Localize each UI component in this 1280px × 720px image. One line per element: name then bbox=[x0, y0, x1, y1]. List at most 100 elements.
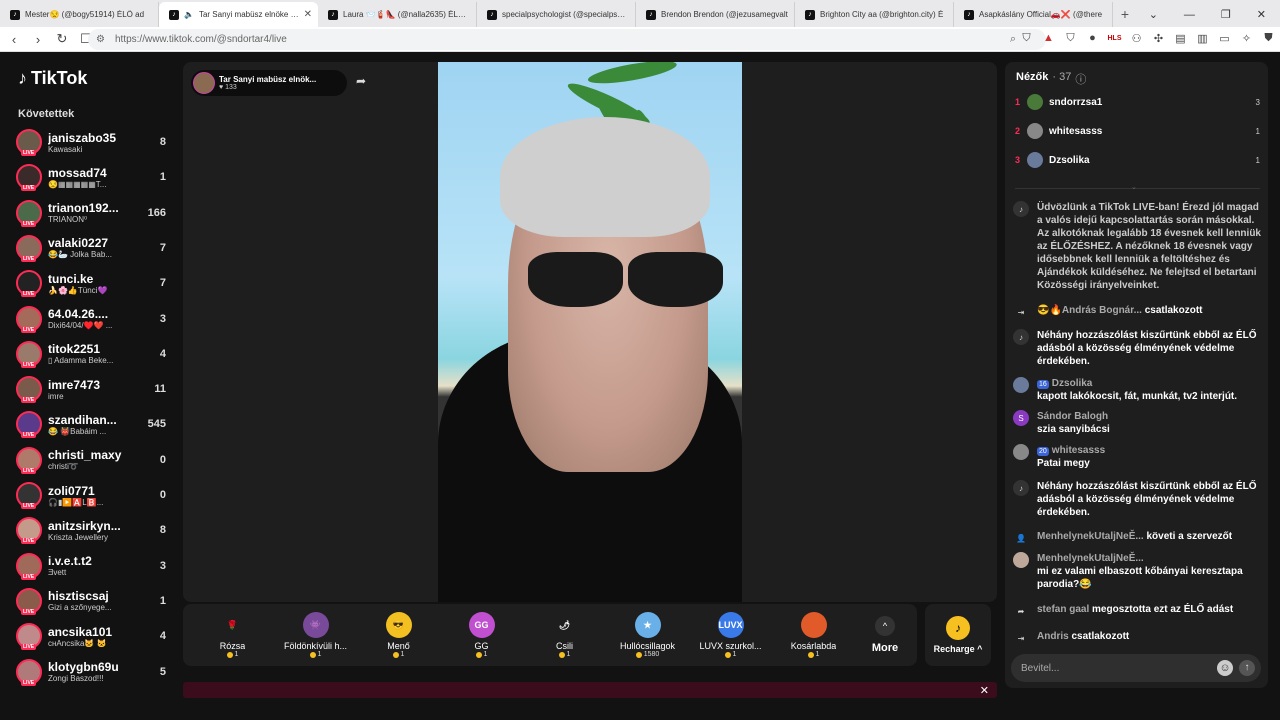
site-info-icon[interactable]: ⚙ bbox=[96, 34, 105, 45]
promo-banner[interactable]: ✕ bbox=[183, 682, 997, 698]
following-account[interactable]: LIVE zoli0771 🎧▮▶️🅰️L🅱️... 0 bbox=[16, 479, 166, 511]
browser-tab[interactable]: ♪ Mester😒 (@bogy51914) ÉLŐ ad bbox=[0, 2, 159, 27]
following-account[interactable]: LIVE imre7473 imre 11 bbox=[16, 373, 166, 405]
host-info[interactable]: Tar Sanyi mabüsz elnök... ♥ 133 bbox=[191, 70, 347, 96]
puzzle-icon[interactable]: ✣ bbox=[1152, 31, 1165, 45]
chat-username[interactable]: Dzsolika bbox=[1052, 378, 1093, 389]
minimize-icon[interactable]: — bbox=[1184, 9, 1195, 21]
send-icon[interactable]: ↑ bbox=[1239, 660, 1255, 676]
gift-icon: LUVX bbox=[717, 612, 744, 638]
following-account[interactable]: LIVE janiszabo35 Kawasaki 8 bbox=[16, 126, 166, 158]
leo-icon[interactable]: ✧ bbox=[1240, 31, 1253, 45]
top-viewer[interactable]: 2 whitesasss 1 bbox=[1015, 120, 1260, 142]
viewers-header[interactable]: Nézők · 37 ⓘ bbox=[1016, 71, 1086, 87]
emoji-icon[interactable]: ☺ bbox=[1217, 660, 1233, 676]
tab-list-icon[interactable]: ⌄ bbox=[1149, 8, 1158, 21]
gift-name: LUVX szurkol... bbox=[699, 641, 762, 651]
gift-item[interactable]: 🌹 Rózsa 1 bbox=[191, 604, 274, 666]
tiktok-app: ♪ TikTok Követettek LIVE janiszabo35 Kawasa… bbox=[0, 52, 1280, 720]
tiktok-logo[interactable]: ♪ TikTok bbox=[18, 68, 87, 89]
speaker-icon[interactable]: 🔈 bbox=[184, 10, 194, 19]
extension-icon[interactable]: ⚇ bbox=[1130, 31, 1143, 45]
gift-item[interactable]: 👾 Földönkívüli h... 1 bbox=[274, 604, 357, 666]
account-subtitle: 🍌🌸👍Tünci💜 bbox=[48, 285, 108, 295]
gift-item[interactable]: 🌶 Csili 1 bbox=[523, 604, 606, 666]
live-badge: LIVE bbox=[21, 503, 37, 509]
gift-item[interactable]: 😎 Menő 1 bbox=[357, 604, 440, 666]
chat-username[interactable]: Sándor Balogh bbox=[1037, 411, 1108, 422]
gift-item[interactable]: ★ Hullócsillagok 1580 bbox=[606, 604, 689, 666]
back-icon[interactable]: ‹ bbox=[4, 32, 24, 47]
avatar: LIVE bbox=[16, 482, 42, 509]
browser-tab-active[interactable]: ♪ 🔈 Tar Sanyi mabüsz elnöke Be ✕ bbox=[159, 2, 318, 27]
browser-tab[interactable]: ♪ Laura 📨🧯👠 (@nalla2635) ÉLŐ a bbox=[318, 2, 477, 27]
avatar[interactable] bbox=[1013, 444, 1029, 460]
close-banner-icon[interactable]: ✕ bbox=[980, 684, 989, 697]
viewer-name: Dzsolika bbox=[1049, 154, 1090, 166]
url-field[interactable]: ⚙ https://www.tiktok.com/@sndortar4/live… bbox=[88, 29, 1046, 50]
wallet-icon[interactable]: ▭ bbox=[1218, 31, 1231, 45]
following-account[interactable]: LIVE ancsika101 снAncsika🐱 🐱 4 bbox=[16, 620, 166, 652]
live-video[interactable] bbox=[438, 62, 742, 602]
live-badge: LIVE bbox=[21, 397, 37, 404]
chat-username[interactable]: MenhelynekUtaljNeĚ... bbox=[1037, 553, 1144, 564]
browser-tab[interactable]: ♪ Brendon Brendon (@jezusamegvalt bbox=[636, 2, 795, 27]
following-account[interactable]: LIVE titok2251 ▯ Adamma Beke... 4 bbox=[16, 338, 166, 370]
rewards-icon[interactable]: ▲ bbox=[1042, 31, 1055, 45]
account-subtitle: 😂🦢 Jolka Bab... bbox=[48, 250, 112, 260]
avatar[interactable] bbox=[1013, 552, 1029, 568]
zoom-icon[interactable]: ⌕ bbox=[1010, 33, 1016, 46]
vpn-icon[interactable]: ⛊ bbox=[1262, 31, 1275, 45]
extension-icon[interactable]: HLS bbox=[1108, 31, 1122, 45]
avatar[interactable]: S bbox=[1013, 410, 1029, 426]
chat-username[interactable]: whitesasss bbox=[1052, 445, 1105, 456]
top-viewer[interactable]: 1 sndorrzsa1 3 bbox=[1015, 91, 1260, 113]
close-window-icon[interactable]: ✕ bbox=[1257, 8, 1266, 21]
reader-icon[interactable]: ▤ bbox=[1174, 31, 1187, 45]
info-icon[interactable]: ⓘ bbox=[1075, 71, 1086, 87]
host-avatar[interactable] bbox=[193, 72, 215, 94]
level-badge: 16 bbox=[1037, 380, 1049, 389]
chat-input[interactable]: Bevitel... ☺ ↑ bbox=[1011, 654, 1261, 682]
following-account[interactable]: LIVE 64.04.26.... Dixi64/04/♥️❤️ ... 3 bbox=[16, 303, 166, 335]
chat-username[interactable]: stefan gaal bbox=[1037, 604, 1089, 615]
following-account[interactable]: LIVE trianon192... TRIANON⁰ 166 bbox=[16, 197, 166, 229]
sidebar-icon[interactable]: ▥ bbox=[1196, 31, 1209, 45]
recharge-button[interactable]: ♪ Recharge ^ bbox=[925, 604, 991, 666]
forward-icon[interactable]: › bbox=[28, 32, 48, 47]
reload-icon[interactable]: ↻ bbox=[52, 31, 72, 47]
chat-username[interactable]: 😎🔥András Bognár... bbox=[1037, 305, 1142, 316]
avatar[interactable] bbox=[1013, 377, 1029, 393]
close-tab-icon[interactable]: ✕ bbox=[304, 9, 312, 20]
top-viewer[interactable]: 3 Dzsolika 1 bbox=[1015, 149, 1260, 171]
shield-icon[interactable]: ⛉ bbox=[1020, 31, 1033, 45]
following-account[interactable]: LIVE valaki0227 😂🦢 Jolka Bab... 7 bbox=[16, 232, 166, 264]
browser-tab[interactable]: ♪ Brighton City aa (@brighton.city) É bbox=[795, 2, 954, 27]
browser-tab[interactable]: ♪ Asapkáslány Official🚗❌ (@there bbox=[954, 2, 1113, 27]
new-tab-button[interactable]: + bbox=[1113, 2, 1137, 27]
gift-price-value: 1 bbox=[483, 651, 488, 658]
following-account[interactable]: LIVE mossad74 😒▦▦▦▦▦T... 1 bbox=[16, 161, 166, 193]
viewer-count: 8 bbox=[159, 524, 166, 537]
browser-tab[interactable]: ♪ specialpsychologist (@specialpsych bbox=[477, 2, 636, 27]
chevron-down-icon[interactable]: ⌄ bbox=[1131, 183, 1137, 191]
following-account[interactable]: LIVE christi_maxy christi➰ 0 bbox=[16, 444, 166, 476]
following-account[interactable]: LIVE hisztiscsaj Gizi a szőnyege... 1 bbox=[16, 585, 166, 617]
gift-item[interactable]: Kosárlabda 1 bbox=[772, 604, 855, 666]
following-account[interactable]: LIVE i.v.e.t.t2 Ǝvett 3 bbox=[16, 550, 166, 582]
coin-icon: ♪ bbox=[946, 616, 970, 640]
gift-item[interactable]: LUVX LUVX szurkol... 1 bbox=[689, 604, 772, 666]
maximize-icon[interactable]: ❐ bbox=[1221, 8, 1231, 21]
following-account[interactable]: LIVE szandihan... 😂 👹Babáim ... 545 bbox=[16, 408, 166, 440]
gift-item[interactable]: GG GG 1 bbox=[440, 604, 523, 666]
share-icon[interactable]: ➦ bbox=[351, 74, 371, 94]
following-account[interactable]: LIVE tunci.ke 🍌🌸👍Tünci💜 7 bbox=[16, 267, 166, 299]
extension-icon[interactable]: ● bbox=[1086, 31, 1099, 45]
account-name: tunci.ke bbox=[48, 271, 94, 286]
chat-username[interactable]: Andris bbox=[1037, 631, 1069, 642]
more-gifts-button[interactable]: ^ More bbox=[855, 604, 915, 666]
chat-username[interactable]: MenhelynekUtaljNeĚ... bbox=[1037, 531, 1144, 542]
following-account[interactable]: LIVE klotygbn69u Zongi Baszod!!! 5 bbox=[16, 656, 166, 688]
following-account[interactable]: LIVE anitzsirkyn... Kriszta Jewellery 8 bbox=[16, 514, 166, 546]
extension-icon[interactable]: ⛉ bbox=[1064, 31, 1077, 45]
